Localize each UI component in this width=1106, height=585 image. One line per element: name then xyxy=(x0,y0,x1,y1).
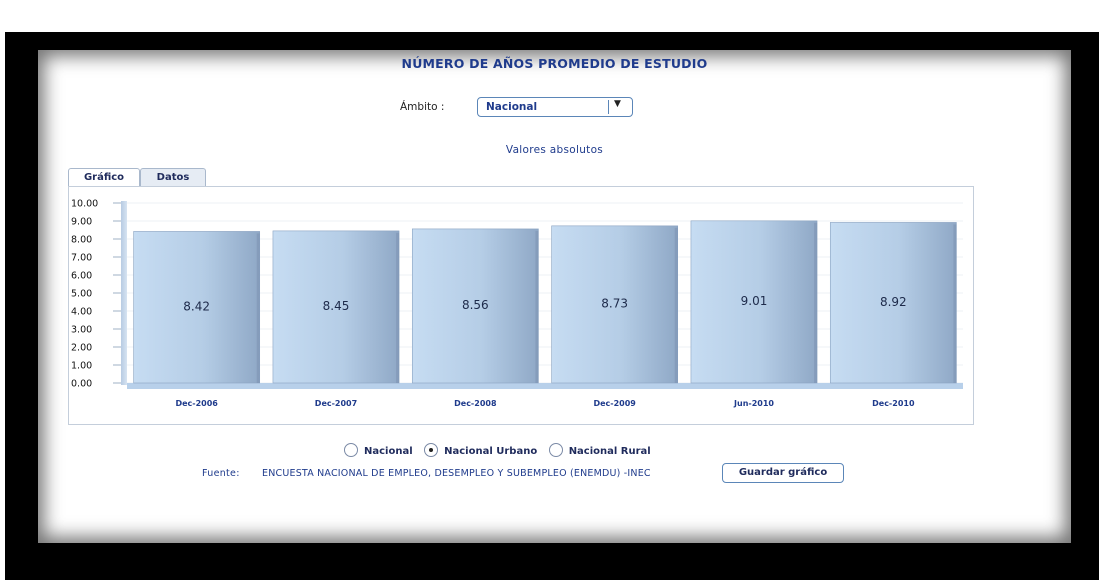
scope-radio-group: Nacional Nacional Urbano Nacional Rural xyxy=(344,443,659,457)
x-axis-base xyxy=(127,383,963,389)
y-tick-label: 3.00 xyxy=(71,325,92,336)
bar-shadow xyxy=(953,224,957,383)
source-label: Fuente: xyxy=(202,468,240,479)
radio-nacional-rural[interactable]: Nacional Rural xyxy=(548,443,651,457)
radio-nacional-urbano[interactable]: Nacional Urbano xyxy=(424,443,537,457)
ambito-select[interactable]: Nacional ▼ xyxy=(477,97,633,117)
ambito-label: Ámbito : xyxy=(400,101,445,113)
data-label: 8.45 xyxy=(323,299,350,313)
source-text: ENCUESTA NACIONAL DE EMPLEO, DESEMPLEO Y… xyxy=(262,468,651,479)
select-divider xyxy=(608,100,609,114)
radio-button-icon[interactable] xyxy=(424,443,439,457)
y-tick-label: 8.00 xyxy=(71,235,92,246)
y-tick-label: 5.00 xyxy=(71,289,92,300)
y-tick-label: 9.00 xyxy=(71,217,92,228)
radio-label: Nacional xyxy=(364,446,413,457)
data-label: 9.01 xyxy=(741,294,768,308)
data-label: 8.73 xyxy=(601,297,628,311)
x-tick-label: Dec-2006 xyxy=(175,399,218,408)
chart-container: 0.00 1.00 2.00 3.00 4.00 5.00 6.00 7.00 8.00 9.00… xyxy=(68,186,974,425)
bar-chart: 0.00 1.00 2.00 3.00 4.00 5.00 6.00 7.00 8.00 9.00… xyxy=(71,199,963,408)
bar-shadow xyxy=(535,230,539,383)
ambito-selected-value: Nacional xyxy=(486,101,538,113)
data-label: 8.42 xyxy=(183,299,210,313)
y-axis-bar xyxy=(121,201,127,385)
y-tick-label: 1.00 xyxy=(71,361,92,372)
x-tick-label: Dec-2010 xyxy=(872,399,915,408)
x-tick-label: Dec-2007 xyxy=(315,399,357,408)
x-tick-label: Dec-2009 xyxy=(593,399,636,408)
y-tick-label: 10.00 xyxy=(71,199,98,210)
bar-shadow xyxy=(396,232,400,383)
main-panel: NÚMERO DE AÑOS PROMEDIO DE ESTUDIO Ámbit… xyxy=(38,50,1071,543)
y-tick-label: 7.00 xyxy=(71,253,92,264)
page-title: NÚMERO DE AÑOS PROMEDIO DE ESTUDIO xyxy=(401,56,708,71)
chevron-down-icon[interactable]: ▼ xyxy=(614,99,621,109)
y-tick-label: 2.00 xyxy=(71,343,92,354)
chart-subtitle: Valores absolutos xyxy=(505,144,604,156)
tab-grafico[interactable]: Gráfico xyxy=(68,168,140,187)
radio-label: Nacional Rural xyxy=(568,446,651,457)
tab-datos[interactable]: Datos xyxy=(140,168,206,186)
bar-shadow xyxy=(256,233,260,383)
radio-label: Nacional Urbano xyxy=(444,446,538,457)
y-tick-label: 6.00 xyxy=(71,271,92,282)
y-tick-label: 0.00 xyxy=(71,379,92,390)
radio-nacional[interactable]: Nacional xyxy=(344,443,413,457)
x-tick-label: Jun-2010 xyxy=(733,399,774,408)
radio-button-icon[interactable] xyxy=(344,443,358,457)
bar-shadow xyxy=(674,227,678,383)
bar-shadow xyxy=(814,222,818,383)
x-tick-label: Dec-2008 xyxy=(454,399,497,408)
save-chart-button[interactable]: Guardar gráfico xyxy=(722,463,844,483)
radio-button-icon[interactable] xyxy=(548,443,563,457)
y-tick-label: 4.00 xyxy=(71,307,92,318)
data-label: 8.92 xyxy=(880,295,907,309)
data-label: 8.56 xyxy=(462,298,489,312)
